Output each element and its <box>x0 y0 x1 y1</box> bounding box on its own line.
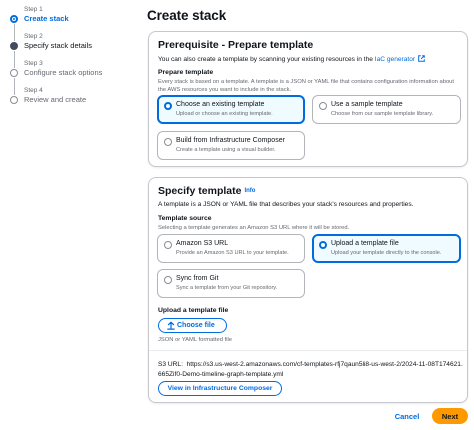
radio-icon[interactable] <box>164 241 172 249</box>
radio-icon[interactable] <box>164 276 172 284</box>
option-description: Upload your template directly to the con… <box>331 250 442 256</box>
info-link[interactable]: Info <box>244 188 255 194</box>
option-description: Sync a template from your Git repository… <box>176 285 278 291</box>
prerequisite-panel: Prerequisite - Prepare template You can … <box>148 31 468 167</box>
step-1[interactable]: Step 1 Create stack <box>10 6 136 41</box>
upload-icon <box>167 321 175 330</box>
option-existing-template[interactable]: Choose an existing template Upload or ch… <box>157 95 305 124</box>
prerequisite-title: Prerequisite - Prepare template <box>158 39 314 51</box>
specify-template-panel: Specify template Info A template is a JSO… <box>148 177 468 403</box>
step-label: Configure stack options <box>24 68 103 77</box>
step-empty-icon <box>10 69 18 77</box>
step-current-icon <box>10 15 18 23</box>
step-filled-icon <box>10 42 18 50</box>
step-3: Step 3 Configure stack options <box>10 60 136 95</box>
step-number: Step 1 <box>24 6 43 13</box>
option-description: Choose from our sample template library. <box>331 111 434 117</box>
radio-selected-icon[interactable] <box>164 102 172 110</box>
option-title: Build from Infrastructure Composer <box>176 137 285 144</box>
page-title: Create stack <box>147 8 227 23</box>
prerequisite-desc-text: You can also create a template by scanni… <box>158 56 373 63</box>
option-title: Upload a template file <box>331 240 399 247</box>
s3-url-label: S3 URL: <box>158 361 183 368</box>
option-title: Sync from Git <box>176 275 219 282</box>
step-number: Step 2 <box>24 33 43 40</box>
option-upload-template[interactable]: Upload a template file Upload your templ… <box>312 234 461 263</box>
external-link-icon <box>418 55 425 62</box>
cancel-button[interactable]: Cancel <box>388 408 426 424</box>
step-label: Specify stack details <box>24 41 92 50</box>
radio-icon[interactable] <box>319 102 327 110</box>
step-4: Step 4 Review and create <box>10 87 136 114</box>
upload-template-label: Upload a template file <box>158 307 229 314</box>
option-description: Upload or choose an existing template. <box>176 111 273 117</box>
option-title: Choose an existing template <box>176 101 265 108</box>
option-title: Use a sample template <box>331 101 403 108</box>
radio-selected-icon[interactable] <box>319 241 327 249</box>
specify-description: A template is a JSON or YAML file that d… <box>158 201 414 208</box>
wizard-stepper: Step 1 Create stack Step 2 Specify stack… <box>10 6 136 114</box>
choose-file-label: Choose file <box>177 322 215 329</box>
step-label: Review and create <box>24 95 87 104</box>
prerequisite-description: You can also create a template by scanni… <box>158 55 425 63</box>
template-source-label: Template source <box>158 215 212 222</box>
view-in-composer-button[interactable]: View in Infrastructure Composer <box>158 381 282 396</box>
option-title: Amazon S3 URL <box>176 240 229 247</box>
iac-generator-link[interactable]: IaC generator <box>375 56 415 63</box>
step-number: Step 3 <box>24 60 43 67</box>
option-sync-git[interactable]: Sync from Git Sync a template from your … <box>157 269 305 298</box>
option-description: Create a template using a visual builder… <box>176 147 276 153</box>
s3-url-row: S3 URL: https://s3.us-west-2.amazonaws.c… <box>158 360 463 380</box>
option-description: Provide an Amazon S3 URL to your templat… <box>176 250 289 256</box>
step-number: Step 4 <box>24 87 43 94</box>
template-source-description: Selecting a template generates an Amazon… <box>158 225 350 231</box>
prepare-template-description: Every stack is based on a template. A te… <box>158 79 455 93</box>
s3-url-value: https://s3.us-west-2.amazonaws.com/cf-te… <box>158 361 463 378</box>
next-button[interactable]: Next <box>432 408 468 424</box>
option-sample-template[interactable]: Use a sample template Choose from our sa… <box>312 95 461 124</box>
prepare-template-label: Prepare template <box>158 69 214 76</box>
step-label: Create stack <box>24 14 69 23</box>
step-2: Step 2 Specify stack details <box>10 33 136 68</box>
specify-template-title: Specify template Info <box>158 185 255 197</box>
option-s3-url[interactable]: Amazon S3 URL Provide an Amazon S3 URL t… <box>157 234 305 263</box>
radio-icon[interactable] <box>164 138 172 146</box>
divider <box>149 350 467 351</box>
step-empty-icon <box>10 96 18 104</box>
file-format-hint: JSON or YAML formatted file <box>158 337 232 343</box>
choose-file-button[interactable]: Choose file <box>158 318 227 333</box>
option-infrastructure-composer[interactable]: Build from Infrastructure Composer Creat… <box>157 131 305 160</box>
specify-title-text: Specify template <box>158 185 242 197</box>
